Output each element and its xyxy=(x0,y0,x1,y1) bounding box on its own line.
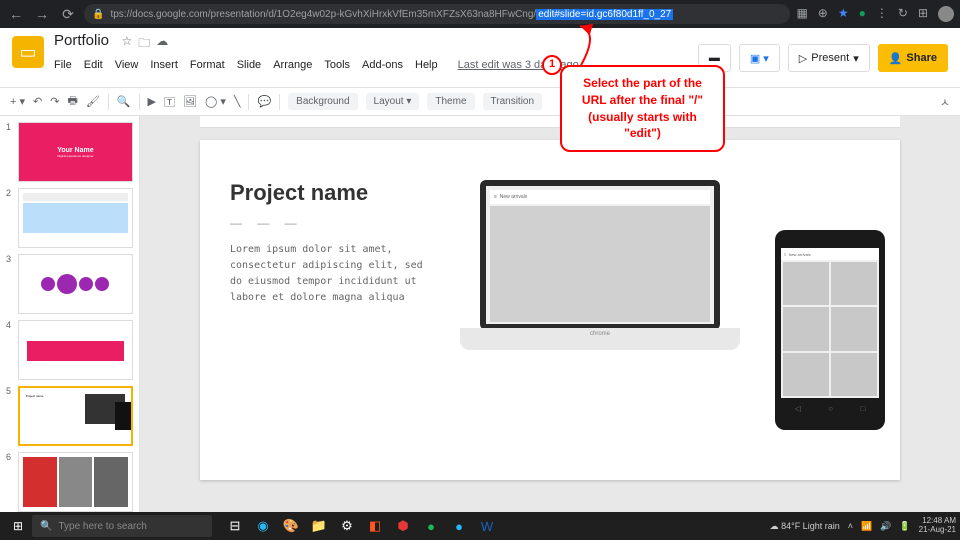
app-icon[interactable]: ● xyxy=(446,513,472,539)
ext-icon[interactable]: ● xyxy=(859,6,866,22)
edge-icon[interactable]: ◉ xyxy=(250,513,276,539)
current-slide[interactable]: Project name — — — Lorem ipsum dolor sit… xyxy=(200,140,900,480)
select-tool[interactable]: ▶ xyxy=(148,95,156,108)
slideshow-dropdown[interactable]: ▣ ▾ xyxy=(739,44,780,72)
annotation-text: Select the part of the URL after the fin… xyxy=(582,76,703,140)
main-area: 1Your NameDigital experience designer 2 … xyxy=(0,116,960,512)
redo-button[interactable]: ↷ xyxy=(50,95,59,108)
layout-button[interactable]: Layout ▾ xyxy=(366,93,420,110)
spotify-icon[interactable]: ● xyxy=(418,513,444,539)
annotation-callout: 1 Select the part of the URL after the f… xyxy=(560,65,725,152)
ruler-horizontal xyxy=(200,116,900,128)
volume-icon[interactable]: 🔊 xyxy=(880,521,891,532)
taskview-icon[interactable]: ⊟ xyxy=(222,513,248,539)
shape-tool[interactable]: ◯ ▾ xyxy=(205,95,226,108)
start-button[interactable]: ⊞ xyxy=(4,512,32,540)
slide-thumb-2[interactable] xyxy=(18,188,133,248)
address-bar[interactable]: 🔒 tps://docs.google.com/presentation/d/1… xyxy=(84,4,790,24)
phone-mockup: ≡ New arrivals ◁○□ xyxy=(775,230,885,430)
menu-help[interactable]: Help xyxy=(415,59,438,71)
app-icon[interactable]: ◧ xyxy=(362,513,388,539)
forward-button[interactable]: → xyxy=(32,4,52,24)
share-button[interactable]: 👤 Share xyxy=(878,44,948,72)
present-button[interactable]: ▷ Present ▾ xyxy=(788,44,870,72)
clock[interactable]: 12:48 AM21-Aug-21 xyxy=(919,517,956,535)
menu-addons[interactable]: Add-ons xyxy=(362,59,403,71)
new-slide-button[interactable]: + ▾ xyxy=(10,95,25,108)
slide-thumb-4[interactable] xyxy=(18,320,133,380)
ext-icon[interactable]: ⊞ xyxy=(918,6,928,22)
slide-thumb-6[interactable] xyxy=(18,452,133,512)
menu-tools[interactable]: Tools xyxy=(324,59,350,71)
url-selection: edit#slide=id.gc6f80d1ff_0_27 xyxy=(536,9,673,20)
url-text: tps://docs.google.com/presentation/d/1O2… xyxy=(110,9,673,20)
app-header: ▭ Portfolio ☆ 🗀 ☁ File Edit View Insert … xyxy=(0,28,960,88)
paint-format-button[interactable]: 🖌 xyxy=(86,95,100,108)
theme-button[interactable]: Theme xyxy=(427,93,474,110)
ext-icon[interactable]: ▦ xyxy=(796,6,807,22)
menu-slide[interactable]: Slide xyxy=(237,59,261,71)
slides-logo-icon[interactable]: ▭ xyxy=(12,36,44,68)
browser-toolbar: ← → ⟳ 🔒 tps://docs.google.com/presentati… xyxy=(0,0,960,28)
battery-icon[interactable]: 🔋 xyxy=(899,521,910,532)
textbox-tool[interactable]: 🅃 xyxy=(164,94,175,110)
ext-icon[interactable]: ⋮ xyxy=(876,6,888,22)
print-button[interactable]: 🖶 xyxy=(67,92,77,111)
profile-icon[interactable] xyxy=(938,6,954,22)
lock-icon: 🔒 xyxy=(92,9,104,20)
transition-button[interactable]: Transition xyxy=(483,93,543,110)
wifi-icon[interactable]: 📶 xyxy=(861,521,872,532)
menu-view[interactable]: View xyxy=(115,59,139,71)
word-icon[interactable]: W xyxy=(474,513,500,539)
menu-file[interactable]: File xyxy=(54,59,72,71)
menu-arrange[interactable]: Arrange xyxy=(273,59,312,71)
reload-button[interactable]: ⟳ xyxy=(58,4,78,24)
star-icon[interactable]: ☆ xyxy=(121,34,132,55)
slide-thumb-5[interactable]: Project name xyxy=(18,386,133,446)
extension-icons: ▦ ⊕ ★ ● ⋮ ↻ ⊞ xyxy=(796,6,954,22)
menu-insert[interactable]: Insert xyxy=(150,59,178,71)
undo-button[interactable]: ↶ xyxy=(33,95,42,108)
zoom-button[interactable]: 🔍 xyxy=(117,95,131,108)
slide-title[interactable]: Project name xyxy=(230,180,430,206)
bookmark-icon[interactable]: ★ xyxy=(838,6,849,22)
device-mockups: ≡ New arrivals chrome ≡ New arrivals ◁○□ xyxy=(450,180,870,440)
back-button[interactable]: ← xyxy=(6,4,26,24)
document-title[interactable]: Portfolio xyxy=(54,32,109,49)
explorer-icon[interactable]: 📁 xyxy=(306,513,332,539)
paint-icon[interactable]: 🎨 xyxy=(278,513,304,539)
tray-chevron-icon[interactable]: ˄ xyxy=(848,521,853,531)
move-icon[interactable]: 🗀 xyxy=(138,34,150,55)
line-tool[interactable]: ╲ xyxy=(234,95,241,108)
canvas: Project name — — — Lorem ipsum dolor sit… xyxy=(140,116,960,512)
toolbar-up-icon[interactable]: ㅅ xyxy=(940,94,950,110)
menu-edit[interactable]: Edit xyxy=(84,59,103,71)
weather-widget[interactable]: ☁ 84°F Light rain xyxy=(770,521,840,532)
slide-body[interactable]: Lorem ipsum dolor sit amet, consectetur … xyxy=(230,242,430,306)
filmstrip: 1Your NameDigital experience designer 2 … xyxy=(0,116,140,512)
menu-format[interactable]: Format xyxy=(190,59,225,71)
toolbar: + ▾ ↶ ↷ 🖶 🖌 🔍 ▶ 🅃 🖼 ◯ ▾ ╲ 💬 Background L… xyxy=(0,88,960,116)
ext-icon[interactable]: ↻ xyxy=(898,6,908,22)
ext-icon[interactable]: ⊕ xyxy=(818,6,828,22)
slide-thumb-3[interactable] xyxy=(18,254,133,314)
image-tool[interactable]: 🖼 xyxy=(183,95,197,108)
cloud-icon[interactable]: ☁ xyxy=(156,34,168,55)
background-button[interactable]: Background xyxy=(288,93,357,110)
laptop-mockup: ≡ New arrivals chrome xyxy=(460,180,740,380)
slide-thumb-1[interactable]: Your NameDigital experience designer xyxy=(18,122,133,182)
settings-icon[interactable]: ⚙ xyxy=(334,513,360,539)
windows-taskbar: ⊞ 🔍 Type here to search ⊟ ◉ 🎨 📁 ⚙ ◧ ⬢ ● … xyxy=(0,512,960,540)
taskbar-search[interactable]: 🔍 Type here to search xyxy=(32,515,212,537)
divider-dashes: — — — xyxy=(230,216,430,230)
office-icon[interactable]: ⬢ xyxy=(390,513,416,539)
comment-tool[interactable]: 💬 xyxy=(257,95,271,108)
annotation-number: 1 xyxy=(542,55,562,75)
